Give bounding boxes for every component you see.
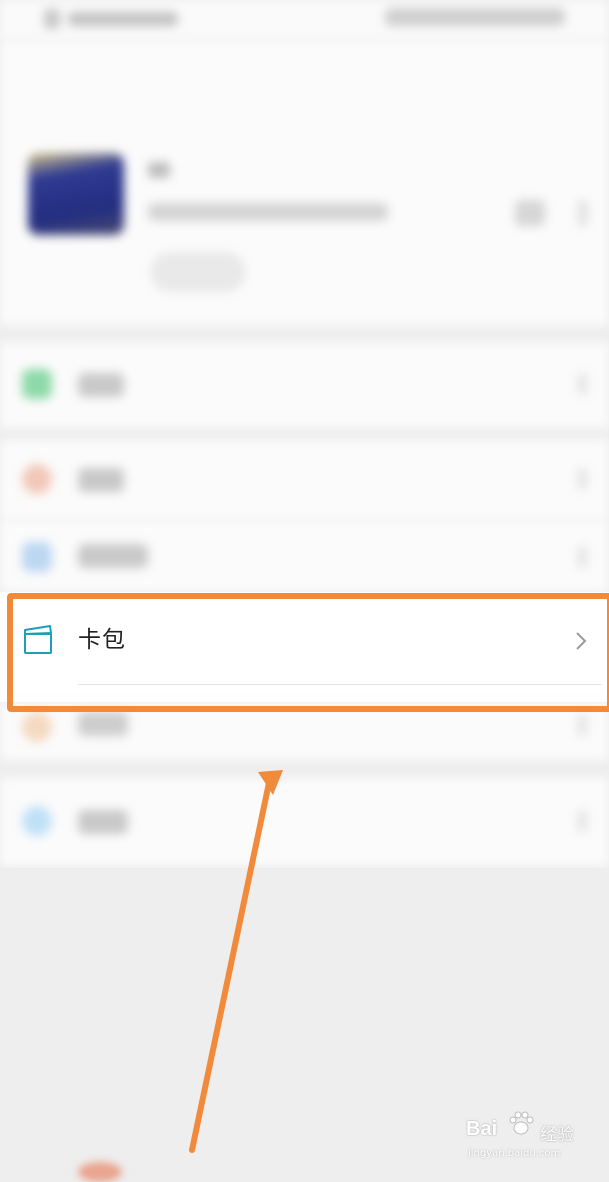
list-item-label <box>78 544 148 568</box>
chevron-right-icon <box>576 632 587 650</box>
paw-logo-icon <box>509 1111 534 1135</box>
sticker-icon <box>22 712 52 742</box>
status-left <box>44 6 194 32</box>
card-pack-row[interactable]: 卡包 <box>0 592 609 702</box>
profile-id <box>148 203 388 221</box>
qr-code-icon[interactable] <box>515 200 545 226</box>
status-bar <box>0 0 609 40</box>
watermark: Bai 经验 jingyan.baidu.com <box>466 1110 596 1166</box>
status-text <box>68 12 178 26</box>
green-service-icon <box>22 369 52 399</box>
list-item[interactable] <box>0 520 609 592</box>
watermark-suffix: 经验 <box>540 1125 574 1145</box>
bottom-tab-icon <box>78 1162 122 1182</box>
list-item[interactable] <box>0 343 609 428</box>
list-item[interactable] <box>0 440 609 520</box>
status-icon <box>44 9 60 29</box>
list-item-label <box>78 468 124 492</box>
list-item[interactable] <box>0 702 609 760</box>
profile-name <box>148 162 170 178</box>
chevron-right-icon <box>578 468 587 490</box>
card-wallet-icon <box>24 625 52 654</box>
chevron-right-icon <box>578 373 587 395</box>
chevron-right-icon <box>578 714 587 736</box>
watermark-brand: Bai <box>466 1118 498 1140</box>
chevron-right-icon <box>578 200 588 226</box>
list-item-label <box>78 373 124 397</box>
settings-icon <box>22 806 52 836</box>
list-item-label <box>78 712 128 736</box>
divider <box>78 684 602 685</box>
list-item[interactable] <box>0 778 609 866</box>
watermark-url: jingyan.baidu.com <box>468 1148 561 1159</box>
avatar[interactable] <box>28 153 124 235</box>
chevron-right-icon <box>578 546 587 568</box>
list-item-label <box>78 810 128 834</box>
status-pill[interactable] <box>150 252 246 292</box>
status-right-indicators <box>385 8 565 26</box>
chevron-right-icon <box>578 810 587 832</box>
moments-icon <box>22 542 52 572</box>
favorites-icon <box>22 464 52 494</box>
card-pack-label: 卡包 <box>78 627 126 653</box>
profile-header[interactable] <box>0 40 609 325</box>
